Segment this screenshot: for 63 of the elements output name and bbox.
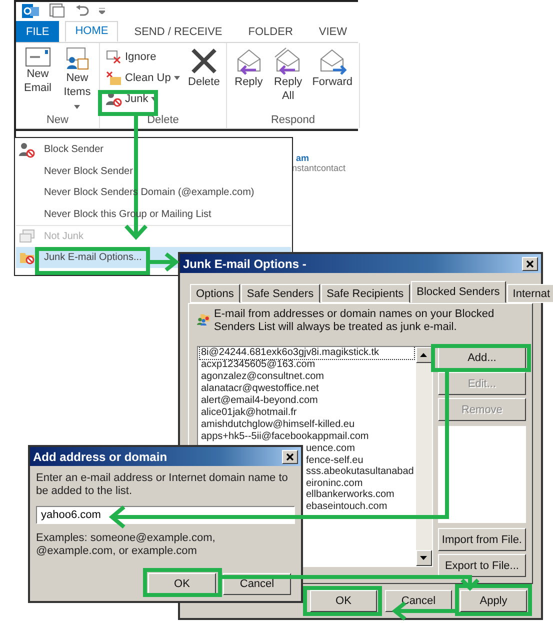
clean-up-button[interactable]: Clean Up	[104, 68, 182, 88]
list-item[interactable]: 8i@24244.681exk6o3gjv8i.magikstick.tk	[200, 347, 414, 359]
dialog-button[interactable]: OK	[148, 573, 216, 595]
people-calendar-icon	[64, 47, 90, 71]
send-receive-icon	[49, 3, 65, 20]
ribbon-tab[interactable]: HOME	[65, 20, 118, 42]
dialog-button[interactable]: Apply	[460, 590, 527, 612]
envelope-icon	[24, 47, 51, 67]
dialog-tab[interactable]: Safe Recipients	[320, 284, 410, 303]
scrollbar[interactable]	[416, 347, 432, 566]
close-button[interactable]	[522, 256, 538, 270]
new-email-button[interactable]: New Email	[20, 47, 56, 95]
person-block-icon	[106, 91, 122, 107]
clean-up-icon	[106, 70, 122, 86]
list-item[interactable]: alice01jak@hotmail.fr	[200, 407, 414, 419]
prompt-text: Enter an e-mail address or Internet domain name to be added to the list.	[36, 472, 289, 498]
list-item[interactable]: amishdutchglow@himself-killed.eu	[200, 419, 414, 431]
menu-item[interactable]: Never Block Sender	[16, 160, 291, 182]
dialog-button[interactable]: OK	[310, 590, 377, 612]
dialog-button[interactable]: Export to File...	[438, 554, 526, 577]
mail-sender: am	[295, 153, 310, 163]
undo-icon	[75, 5, 89, 18]
close-icon	[286, 452, 294, 460]
dialog-tab[interactable]: Internat	[506, 284, 553, 303]
ribbon-tab[interactable]: FILE	[16, 20, 60, 42]
close-button[interactable]	[282, 450, 298, 464]
ignore-icon	[106, 50, 122, 64]
group-label: Delete	[146, 113, 180, 128]
mail-preview: nstantcontact	[292, 163, 347, 173]
new-items-button[interactable]: New Items	[60, 47, 95, 113]
dialog-title: Add address or domain	[33, 450, 168, 464]
highlight-frame	[98, 90, 158, 116]
ignore-button[interactable]: Ignore	[104, 47, 182, 67]
forward-button[interactable]: Forward	[310, 47, 355, 89]
close-icon	[526, 260, 534, 268]
examples-text: Examples: someone@example.com, @example.com, or example.com	[36, 532, 216, 558]
delete-icon	[190, 47, 218, 75]
envelopes-icon	[19, 229, 35, 244]
dialog-tab[interactable]: Blocked Senders	[410, 281, 506, 303]
scroll-up-icon	[420, 353, 428, 357]
app-icon	[22, 3, 39, 20]
caret-icon	[74, 105, 80, 109]
menu-item[interactable]: Block Sender	[16, 139, 291, 160]
arrow	[150, 252, 180, 272]
list-item[interactable]: alert@email4-beyond.com	[200, 395, 414, 407]
junk-button[interactable]: Junk	[104, 89, 182, 109]
delete-button[interactable]: Delete	[186, 47, 222, 89]
description-text: E-mail from addresses or domain names on your Blocked Senders List will always be treated as junk e-mail.	[214, 308, 496, 334]
customize-icon	[99, 8, 105, 14]
list-item[interactable]: alanatacr@qwestoffice.net	[200, 383, 414, 395]
list-item[interactable]: apps+hk5--5ii@facebookappmail.com	[200, 431, 414, 443]
list-item[interactable]: agonzalez@consultnet.com	[200, 371, 414, 383]
dialog-tab[interactable]: Safe Senders	[240, 284, 320, 303]
dialog-tab[interactable]: Options	[190, 284, 240, 303]
caret-icon	[174, 76, 180, 80]
reply-all-button[interactable]: Reply All	[270, 47, 306, 103]
scroll-down-icon	[420, 556, 428, 560]
reply-button[interactable]: Reply	[231, 47, 266, 89]
dialog-button[interactable]: Import from File.	[438, 528, 526, 551]
group-label: New	[45, 113, 70, 128]
group-label: Respond	[270, 113, 316, 128]
list-item[interactable]: acxp12345605@163.com	[200, 359, 414, 371]
person-block-icon	[19, 142, 35, 158]
